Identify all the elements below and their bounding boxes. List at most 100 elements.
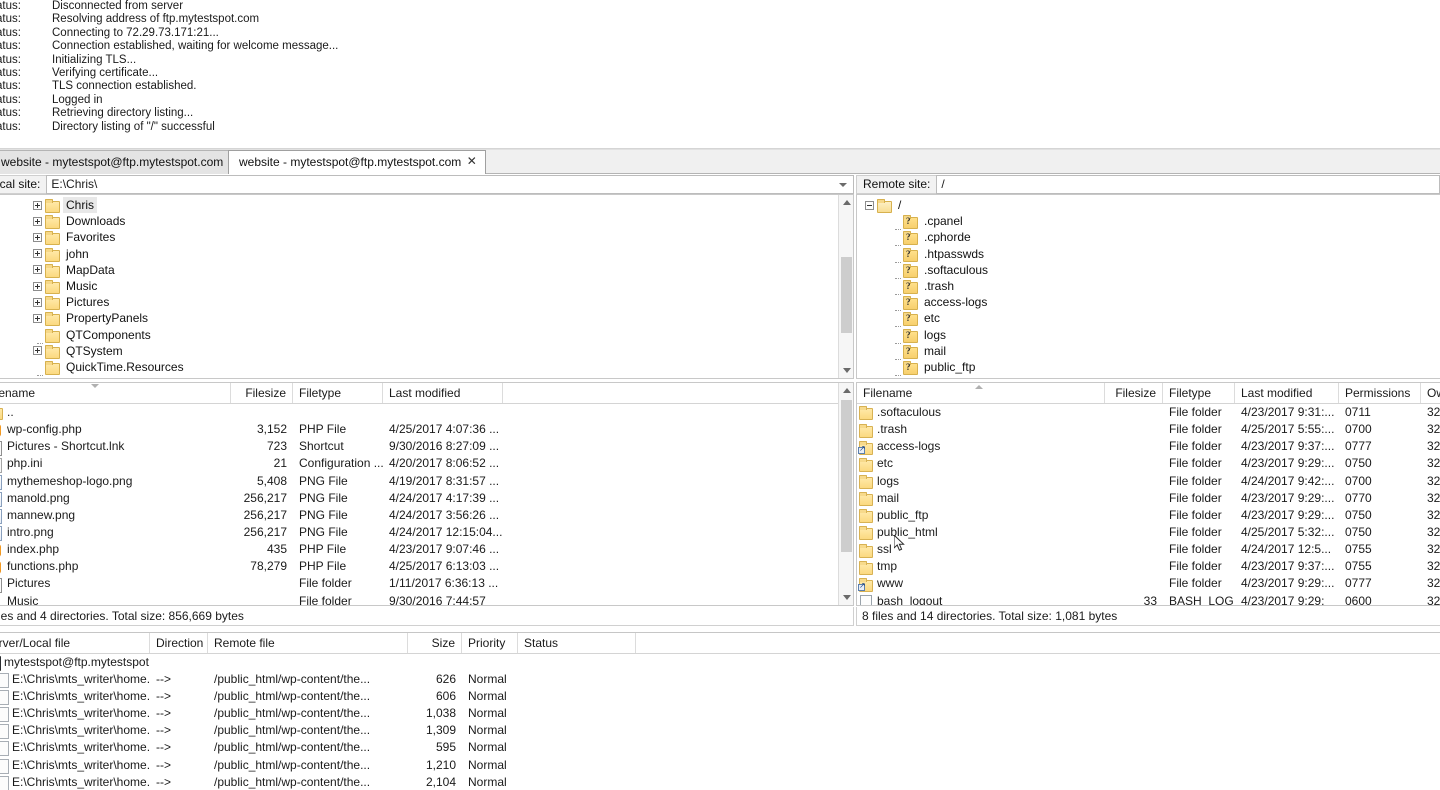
local-list-body[interactable]: .. wp-config.php 3,152 PHP File 4/25/2017 4:… [0, 404, 853, 605]
table-row[interactable]: mannew.png 256,217 PNG File 4/24/2017 3:56:… [0, 507, 853, 525]
expand-plus-icon[interactable] [33, 200, 42, 210]
remote-tree-node[interactable]: ? .cphorde [857, 229, 1440, 247]
local-tree-node[interactable]: PropertyPanels [0, 310, 853, 327]
remote-directory-tree[interactable]: /? .cpanel? .cphorde? .htpasswds? .softaculo… [856, 194, 1440, 379]
scroll-up-icon[interactable] [839, 383, 853, 398]
expand-plus-icon[interactable] [33, 297, 42, 307]
remote-tree-node[interactable]: ? logs [857, 327, 1440, 344]
remote-column-header-5[interactable]: Owne [1421, 383, 1440, 403]
table-row[interactable]: bash_logout 33 BASH_LOG 4/23/2017 9:29: 0600… [857, 593, 1440, 605]
local-tree-scrollbar[interactable] [838, 195, 853, 378]
scroll-up-icon[interactable] [839, 195, 853, 210]
remote-list-body[interactable]: .softaculous File folder 4/23/2017 9:31:..… [857, 404, 1440, 605]
table-row[interactable]: Pictures File folder 1/11/2017 6:36:13 ... [0, 575, 853, 593]
remote-tree-root[interactable]: / [857, 197, 1440, 214]
table-row[interactable]: Pictures - Shortcut.lnk 723 Shortcut 9/30/2… [0, 438, 853, 456]
queue-body[interactable]: mytestspot@ftp.mytestspot... E:\Chris\mts… [0, 654, 1440, 790]
table-row[interactable]: mythemeshop-logo.png 5,408 PNG File 4/19/20… [0, 473, 853, 490]
local-tree-node[interactable]: QTSystem [0, 343, 853, 359]
remote-tree-node[interactable]: ? access-logs [857, 294, 1440, 312]
expand-plus-icon[interactable] [33, 281, 42, 291]
local-column-header-0[interactable]: ilename [0, 383, 231, 403]
table-row[interactable]: public_html File folder 4/25/2017 5:32:...… [857, 524, 1440, 541]
queue-column-header-2[interactable]: Remote file [208, 633, 408, 653]
remote-tree-node[interactable]: ? mail [857, 343, 1440, 360]
remote-tree-node[interactable]: ? etc [857, 310, 1440, 328]
table-row[interactable]: .. [0, 404, 853, 421]
local-tree-node[interactable]: Downloads [0, 213, 853, 230]
queue-row[interactable]: E:\Chris\mts_writer\home... --> /public_ht… [0, 705, 1440, 723]
local-tree-node[interactable]: Music [0, 278, 853, 295]
local-tree-node[interactable]: Favorites [0, 229, 853, 246]
remote-file-list[interactable]: Filename Filesize Filetype Last modified Per… [856, 382, 1440, 606]
chevron-down-icon[interactable] [835, 176, 851, 193]
expand-plus-icon[interactable] [33, 346, 42, 356]
local-tree-node[interactable]: Pictures [0, 294, 853, 311]
queue-column-header-1[interactable]: Direction [150, 633, 208, 653]
table-row[interactable]: ssl File folder 4/24/2017 12:5... 0755 3205 … [857, 541, 1440, 558]
table-row[interactable]: php.ini 21 Configuration ... 4/20/2017 8:06… [0, 455, 853, 473]
remote-tree-node[interactable]: ? .htpasswds [857, 246, 1440, 263]
tab-close-icon[interactable]: ✕ [465, 155, 478, 168]
expand-plus-icon[interactable] [33, 313, 42, 323]
local-column-header-3[interactable]: Last modified [383, 383, 503, 403]
scroll-thumb[interactable] [841, 400, 852, 552]
local-tree-node[interactable]: QuickTime.Resources [0, 359, 853, 376]
tab-site-2[interactable]: website - mytestspot@ftp.mytestspot.com … [228, 150, 487, 174]
remote-tree-node[interactable]: ? public_ftp [857, 359, 1440, 376]
expand-plus-icon[interactable] [33, 249, 42, 259]
queue-row[interactable]: mytestspot@ftp.mytestspot... [0, 654, 1440, 671]
transfer-queue[interactable]: erver/Local fileDirectionRemote fileSize… [0, 632, 1440, 790]
table-row[interactable]: logs File folder 4/24/2017 9:42:... 0700 320… [857, 473, 1440, 490]
queue-column-header-4[interactable]: Priority [462, 633, 518, 653]
local-column-header-1[interactable]: Filesize [231, 383, 293, 403]
queue-row[interactable]: E:\Chris\mts_writer\home... --> /public_ht… [0, 774, 1440, 790]
table-row[interactable]: intro.png 256,217 PNG File 4/24/2017 12:15:… [0, 524, 853, 542]
remote-tree-node[interactable]: ? .trash [857, 278, 1440, 296]
local-file-list[interactable]: ilenameFilesizeFiletypeLast modified .. w… [0, 382, 854, 606]
local-tree-node[interactable]: Chris [0, 197, 853, 214]
queue-row[interactable]: E:\Chris\mts_writer\home... --> /public_ht… [0, 739, 1440, 757]
table-row[interactable]: .trash File folder 4/25/2017 5:55:... 0700 3… [857, 421, 1440, 438]
queue-column-header-3[interactable]: Size [408, 633, 462, 653]
local-column-header-2[interactable]: Filetype [293, 383, 383, 403]
remote-column-header-2[interactable]: Filetype [1163, 383, 1235, 403]
scroll-down-icon[interactable] [839, 590, 853, 605]
tab-site-1[interactable]: website - mytestspot@ftp.mytestspot.com … [0, 150, 249, 174]
scroll-thumb[interactable] [841, 257, 852, 333]
table-row[interactable]: Music File folder 9/30/2016 7:44:57 [0, 593, 853, 605]
local-list-scrollbar[interactable] [838, 383, 853, 605]
table-row[interactable]: public_ftp File folder 4/23/2017 9:29:... 0… [857, 507, 1440, 524]
table-row[interactable]: access-logs File folder 4/23/2017 9:37:...… [857, 438, 1440, 455]
queue-column-header-5[interactable]: Status [518, 633, 636, 653]
queue-row[interactable]: E:\Chris\mts_writer\home... --> /public_ht… [0, 722, 1440, 740]
table-row[interactable]: tmp File folder 4/23/2017 9:37:... 0755 3205… [857, 558, 1440, 575]
table-row[interactable]: index.php 435 PHP File 4/23/2017 9:07:46 ..… [0, 541, 853, 558]
queue-column-header-0[interactable]: erver/Local file [0, 633, 150, 653]
expand-plus-icon[interactable] [33, 216, 42, 226]
table-row[interactable]: .softaculous File folder 4/23/2017 9:31:..… [857, 404, 1440, 421]
table-row[interactable]: wp-config.php 3,152 PHP File 4/25/2017 4:07… [0, 421, 853, 438]
local-directory-tree[interactable]: Chris Downloads Favorites john MapData Music P… [0, 194, 854, 379]
remote-column-header-3[interactable]: Last modified [1235, 383, 1339, 403]
table-row[interactable]: manold.png 256,217 PNG File 4/24/2017 4:17:… [0, 490, 853, 508]
table-row[interactable]: functions.php 78,279 PHP File 4/25/2017 6:1… [0, 558, 853, 575]
local-site-input[interactable]: E:\Chris\ [46, 175, 854, 194]
remote-tree-node[interactable]: ? .cpanel [857, 213, 1440, 231]
table-row[interactable]: etc File folder 4/23/2017 9:29:... 0750 3205… [857, 455, 1440, 472]
queue-row[interactable]: E:\Chris\mts_writer\home... --> /public_ht… [0, 688, 1440, 706]
remote-tree-node[interactable]: ? .softaculous [857, 262, 1440, 279]
expand-plus-icon[interactable] [33, 232, 42, 242]
table-row[interactable]: mail File folder 4/23/2017 9:29:... 0770 320… [857, 490, 1440, 507]
local-tree-node[interactable]: john [0, 246, 853, 262]
local-tree-node[interactable]: QTComponents [0, 327, 853, 344]
local-tree-node[interactable]: MapData [0, 262, 853, 278]
expand-plus-icon[interactable] [33, 265, 42, 275]
queue-row[interactable]: E:\Chris\mts_writer\home... --> /public_ht… [0, 671, 1440, 689]
collapse-minus-icon[interactable] [865, 200, 874, 210]
remote-column-header-4[interactable]: Permissions [1339, 383, 1421, 403]
queue-row[interactable]: E:\Chris\mts_writer\home... --> /public_ht… [0, 757, 1440, 774]
scroll-down-icon[interactable] [839, 363, 853, 378]
table-row[interactable]: www File folder 4/23/2017 9:29:... 0777 3205… [857, 575, 1440, 592]
remote-column-header-1[interactable]: Filesize [1105, 383, 1163, 403]
